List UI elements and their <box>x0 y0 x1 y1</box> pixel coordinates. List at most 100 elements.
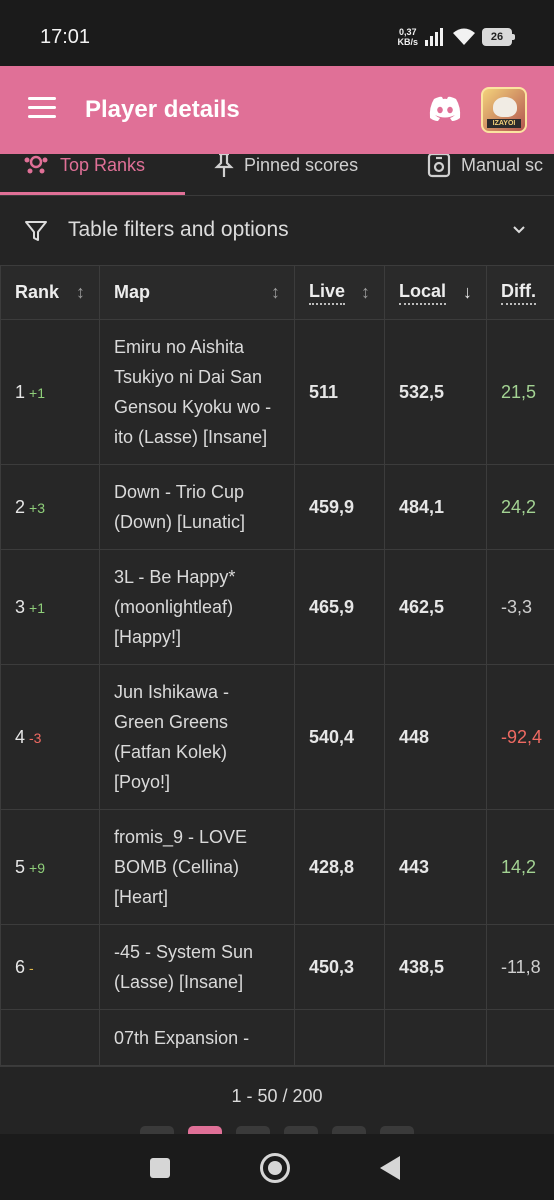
active-tab-indicator <box>0 192 185 195</box>
page-button[interactable] <box>332 1126 366 1134</box>
home-icon[interactable] <box>260 1153 290 1183</box>
system-nav-bar <box>0 1134 554 1200</box>
diff-cell <box>486 1009 554 1066</box>
pagination: 1 - 50 / 200 <box>0 1066 554 1134</box>
status-bar: 17:01 0,37 KB/s 26 <box>0 0 554 66</box>
column-header-local[interactable]: Local ↓ <box>384 265 487 320</box>
rank-value: 6 <box>15 956 26 977</box>
column-header-diff[interactable]: Diff. <box>486 265 554 320</box>
rank-delta: - <box>29 959 34 976</box>
map-cell[interactable]: -45 - System Sun (Lasse) [Insane] <box>99 924 295 1010</box>
page-title: Player details <box>85 96 240 123</box>
rank-cell: 2 +3 <box>0 464 100 550</box>
map-cell[interactable]: Jun Ishikawa - Green Greens (Fatfan Kole… <box>99 664 295 810</box>
local-pp-cell: 438,5 <box>384 924 487 1010</box>
table-row[interactable]: 4 -3 Jun Ishikawa - Green Greens (Fatfan … <box>0 664 554 810</box>
back-icon[interactable] <box>380 1156 400 1180</box>
avatar-tag: IZAYOI <box>487 119 521 128</box>
tab-manual-scores-label: Manual sc <box>461 154 544 175</box>
live-pp-cell: 465,9 <box>294 549 385 665</box>
rank-cell: 4 -3 <box>0 664 100 810</box>
pin-icon <box>214 154 234 177</box>
local-pp-cell: 443 <box>384 809 487 925</box>
local-pp-cell: 484,1 <box>384 464 487 550</box>
rank-cell: 5 +9 <box>0 809 100 925</box>
map-cell[interactable]: fromis_9 - LOVE BOMB (Cellina) [Heart] <box>99 809 295 925</box>
ranks-table-container[interactable]: Rank ↕ Map ↕ Live ↕ Local ↓ Diff. 1 +1 E… <box>0 265 554 1066</box>
rank-value: 2 <box>15 496 26 517</box>
table-filters-toggle[interactable]: Table filters and options <box>0 197 554 265</box>
rank-cell: 1 +1 <box>0 319 100 465</box>
status-time: 17:01 <box>40 26 91 48</box>
network-speed-value: 0,37 <box>398 27 417 37</box>
diff-cell: 24,2 <box>486 464 554 550</box>
tab-pinned-scores[interactable]: Pinned scores <box>214 154 358 178</box>
rank-cell <box>0 1009 100 1066</box>
tab-pinned-scores-label: Pinned scores <box>244 154 359 175</box>
live-pp-cell <box>294 1009 385 1066</box>
app-bar: Player details IZAYOI <box>0 66 554 154</box>
map-cell[interactable]: 3L - Be Happy* (moonlightleaf) [Happy!] <box>99 549 295 665</box>
manual-icon <box>427 154 451 178</box>
map-cell[interactable]: 07th Expansion - <box>99 1009 295 1066</box>
live-pp-cell: 540,4 <box>294 664 385 810</box>
flower-icon <box>24 155 48 174</box>
avatar-image <box>493 97 517 117</box>
sort-desc-icon: ↓ <box>463 282 472 302</box>
table-filters-label: Table filters and options <box>68 218 289 241</box>
local-pp-cell: 448 <box>384 664 487 810</box>
tab-bar: Top Ranks Pinned scores Manual sc <box>0 154 554 196</box>
table-row[interactable]: 2 +3 Down - Trio Cup (Down) [Lunatic] 459… <box>0 464 554 550</box>
rank-value: 5 <box>15 856 26 877</box>
diff-cell: 21,5 <box>486 319 554 465</box>
table-row[interactable]: 6- -45 - System Sun (Lasse) [Insane] 450… <box>0 924 554 1010</box>
rank-value: 4 <box>15 726 26 747</box>
page-button[interactable] <box>236 1126 270 1134</box>
sort-icon: ↕ <box>271 282 280 302</box>
page-last-button[interactable] <box>380 1126 414 1134</box>
recents-icon[interactable] <box>150 1158 170 1178</box>
column-header-rank[interactable]: Rank ↕ <box>0 265 100 320</box>
rank-cell: 6- <box>0 924 100 1010</box>
ranks-table: Rank ↕ Map ↕ Live ↕ Local ↓ Diff. 1 +1 E… <box>0 265 554 1066</box>
pagination-summary: 1 - 50 / 200 <box>231 1086 323 1106</box>
column-header-live[interactable]: Live ↕ <box>294 265 385 320</box>
column-header-map-label: Map <box>114 282 150 302</box>
signal-icon <box>425 28 443 46</box>
live-pp-cell: 450,3 <box>294 924 385 1010</box>
diff-cell: -3,3 <box>486 549 554 665</box>
column-header-diff-label: Diff. <box>501 281 536 305</box>
network-speed: 0,37 KB/s <box>397 27 418 47</box>
table-row[interactable]: 5 +9 fromis_9 - LOVE BOMB (Cellina) [Hear… <box>0 809 554 925</box>
tab-manual-scores[interactable]: Manual sc <box>427 154 543 178</box>
tab-top-ranks[interactable]: Top Ranks <box>22 154 145 178</box>
map-cell[interactable]: Down - Trio Cup (Down) [Lunatic] <box>99 464 295 550</box>
local-pp-cell <box>384 1009 487 1066</box>
live-pp-cell: 459,9 <box>294 464 385 550</box>
map-cell[interactable]: Emiru no Aishita Tsukiyo ni Dai San Gens… <box>99 319 295 465</box>
menu-icon[interactable] <box>28 97 56 121</box>
rank-delta: +1 <box>29 384 45 401</box>
local-pp-cell: 532,5 <box>384 319 487 465</box>
diff-cell: -11,8 <box>486 924 554 1010</box>
table-row[interactable]: 07th Expansion - <box>0 1009 554 1066</box>
table-row[interactable]: 3 +1 3L - Be Happy* (moonlightleaf) [Happ… <box>0 549 554 665</box>
sort-icon: ↕ <box>76 282 85 302</box>
tab-top-ranks-label: Top Ranks <box>60 154 146 175</box>
diff-cell: -92,4 <box>486 664 554 810</box>
avatar[interactable]: IZAYOI <box>481 87 527 133</box>
network-speed-unit: KB/s <box>397 37 418 47</box>
column-header-map[interactable]: Map ↕ <box>99 265 295 320</box>
page-button[interactable] <box>284 1126 318 1134</box>
rank-delta: -3 <box>29 729 42 746</box>
column-header-local-label: Local <box>399 281 447 305</box>
column-header-live-label: Live <box>309 281 346 305</box>
discord-icon[interactable] <box>428 96 462 122</box>
table-row[interactable]: 1 +1 Emiru no Aishita Tsukiyo ni Dai San … <box>0 319 554 465</box>
page-button-active[interactable] <box>188 1126 222 1134</box>
local-pp-cell: 462,5 <box>384 549 487 665</box>
filter-icon <box>25 221 47 241</box>
live-pp-cell: 428,8 <box>294 809 385 925</box>
rank-value: 1 <box>15 381 26 402</box>
page-first-button[interactable] <box>140 1126 174 1134</box>
